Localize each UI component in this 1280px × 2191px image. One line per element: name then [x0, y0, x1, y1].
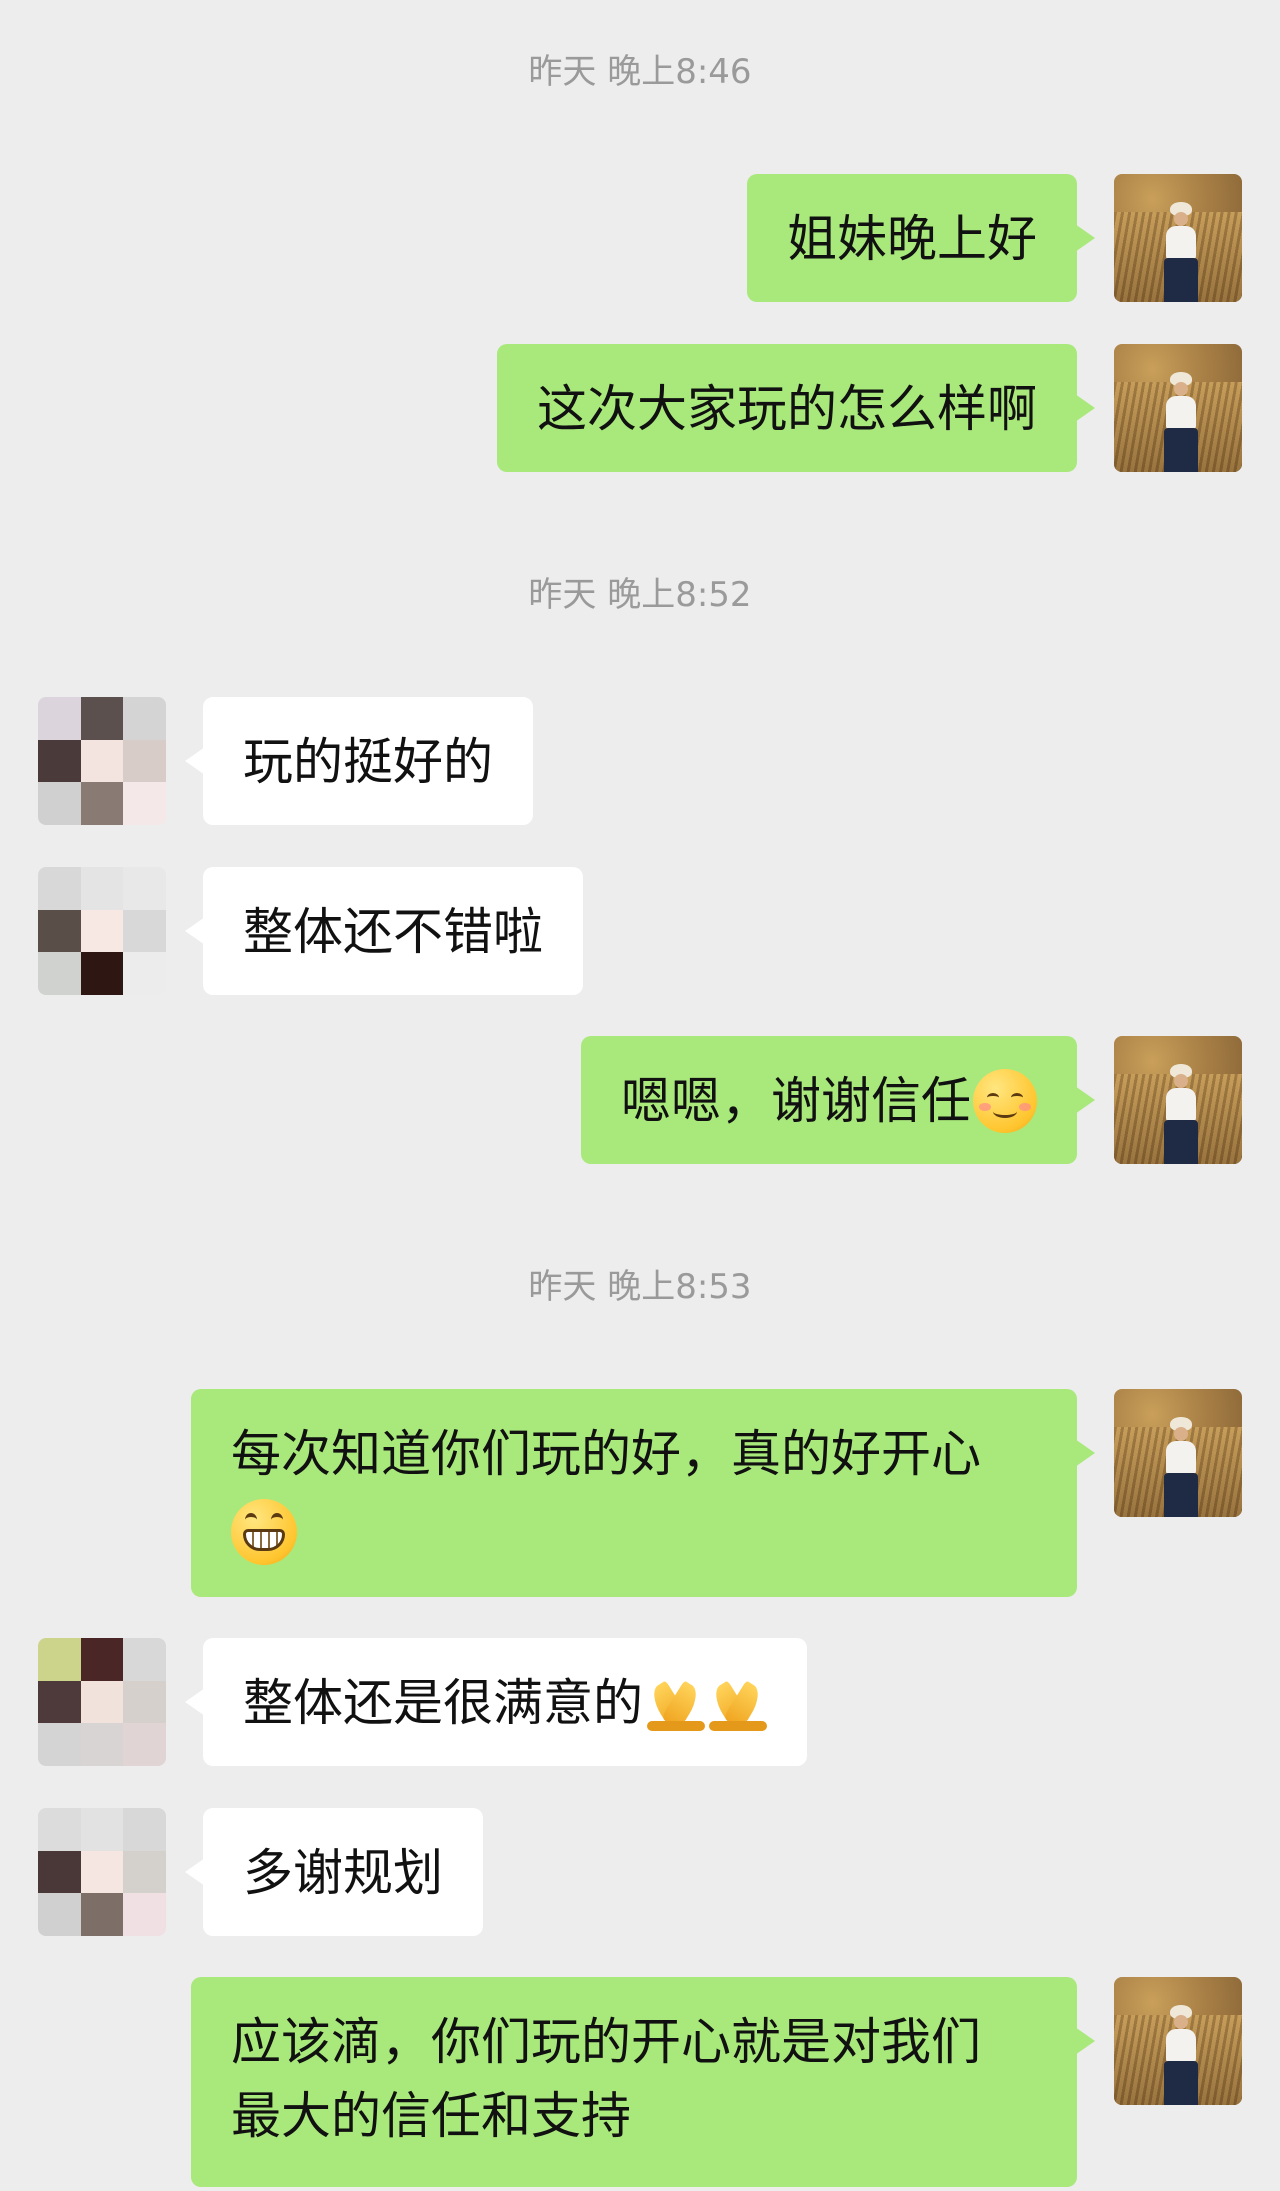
message-row: 应该滴，你们玩的开心就是对我们 最大的信任和支持: [0, 1977, 1280, 2187]
timestamp: 昨天 晚上8:53: [528, 1267, 752, 1307]
contact-avatar[interactable]: [38, 867, 166, 995]
message-row: 多谢规划: [0, 1808, 1280, 1936]
smiling-face-icon: [973, 1068, 1037, 1133]
message-bubble[interactable]: 整体还不错啦: [185, 867, 583, 995]
message-bubble[interactable]: 嗯嗯，谢谢信任: [581, 1036, 1095, 1164]
message-row: 姐妹晚上好: [0, 174, 1280, 302]
praying-hands-icon: [709, 1677, 767, 1731]
contact-avatar[interactable]: [38, 1638, 166, 1766]
message-row: 整体还不错啦: [0, 867, 1280, 995]
timestamp: 昨天 晚上8:46: [528, 52, 752, 92]
message-row: 玩的挺好的: [0, 697, 1280, 825]
self-avatar[interactable]: [1114, 174, 1242, 302]
message-bubble[interactable]: 应该滴，你们玩的开心就是对我们 最大的信任和支持: [191, 1977, 1095, 2187]
message-row: 这次大家玩的怎么样啊: [0, 344, 1280, 472]
message-text: 整体还是很满意的: [243, 1674, 643, 1732]
message-bubble[interactable]: 多谢规划: [185, 1808, 483, 1936]
message-text-line: 应该滴，你们玩的开心就是对我们: [231, 2013, 981, 2071]
grinning-face-icon: [231, 1498, 297, 1565]
message-bubble[interactable]: 整体还是很满意的: [185, 1638, 807, 1766]
message-text-line: 最大的信任和支持: [231, 2087, 631, 2145]
message-text: 嗯嗯，谢谢信任: [621, 1072, 971, 1130]
self-avatar[interactable]: [1114, 1389, 1242, 1517]
timestamp: 昨天 晚上8:52: [528, 575, 752, 615]
message-row: 整体还是很满意的: [0, 1638, 1280, 1766]
message-bubble[interactable]: 这次大家玩的怎么样啊: [497, 344, 1095, 472]
message-text: 每次知道你们玩的好，真的好开心: [231, 1425, 981, 1483]
message-bubble[interactable]: 姐妹晚上好: [747, 174, 1095, 302]
message-row: 嗯嗯，谢谢信任: [0, 1036, 1280, 1164]
contact-avatar[interactable]: [38, 1808, 166, 1936]
self-avatar[interactable]: [1114, 344, 1242, 472]
praying-hands-icon: [647, 1677, 705, 1731]
message-row: 每次知道你们玩的好，真的好开心: [0, 1389, 1280, 1597]
contact-avatar[interactable]: [38, 697, 166, 825]
self-avatar[interactable]: [1114, 1036, 1242, 1164]
self-avatar[interactable]: [1114, 1977, 1242, 2105]
message-bubble[interactable]: 玩的挺好的: [185, 697, 533, 825]
message-bubble[interactable]: 每次知道你们玩的好，真的好开心: [191, 1389, 1095, 1597]
